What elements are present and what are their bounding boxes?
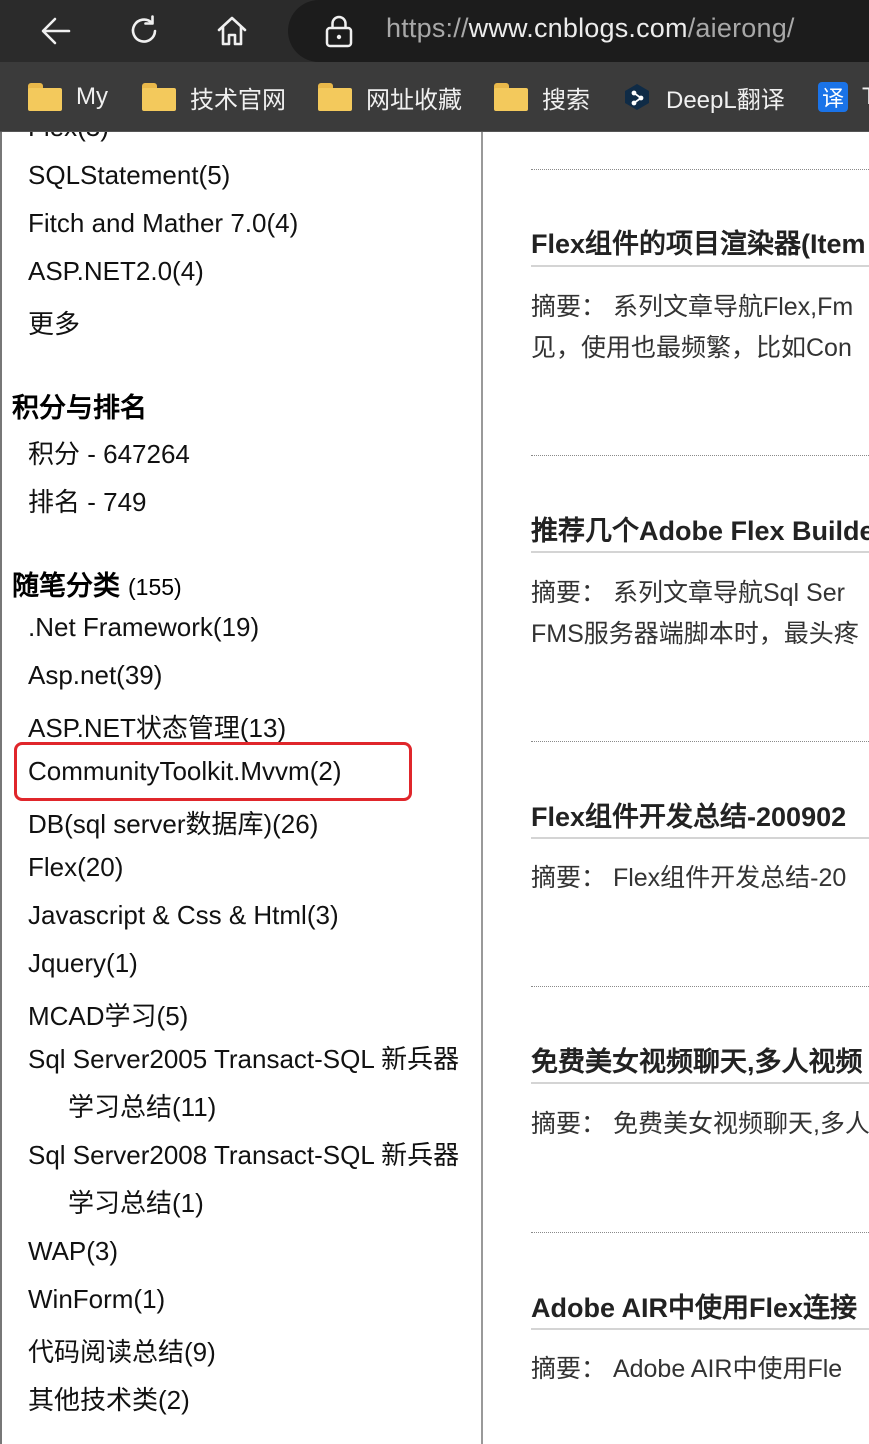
post-summary: 摘要： 免费美女视频聊天,多人: [531, 1104, 869, 1145]
summary-line: FMS服务器端脚本时，最头疼: [531, 620, 859, 648]
post-title-link[interactable]: Flex组件的项目渲染器(Item: [531, 222, 869, 261]
post-title-link[interactable]: 推荐几个Adobe Flex Builde: [531, 509, 869, 548]
folder-icon: [28, 83, 62, 111]
post-title-link[interactable]: Flex组件开发总结-200902: [531, 795, 869, 834]
deepl-icon: [625, 84, 649, 110]
title-underline: [531, 837, 869, 839]
post-list: Flex组件的项目渲染器(Item 摘要： 系列文章导航Flex,Fm 见，使用也…: [485, 132, 869, 1444]
rank-value: 排名 - 749: [28, 487, 147, 517]
post-title-link[interactable]: Adobe AIR中使用Flex连接: [531, 1286, 869, 1325]
post-summary: 摘要： Flex组件开发总结-20: [531, 858, 869, 899]
url-scheme: https://: [386, 13, 469, 43]
category-link[interactable]: WAP(3): [28, 1236, 118, 1267]
post-separator: [531, 986, 869, 987]
category-link[interactable]: Javascript & Css & Html(3): [28, 900, 339, 931]
tag-link[interactable]: SQLStatement(5): [28, 160, 230, 191]
bookmark-label: T: [862, 83, 869, 111]
post-title-link[interactable]: 免费美女视频聊天,多人视频: [531, 1040, 869, 1079]
category-link[interactable]: MCAD学习(5): [28, 996, 188, 1033]
bookmark-label: My: [76, 83, 108, 110]
bookmark-label: 网址收藏: [366, 86, 462, 114]
category-link[interactable]: WinForm(1): [28, 1284, 165, 1315]
bookmark-deepl[interactable]: DeepL翻译: [622, 79, 785, 115]
bookmark-favorites[interactable]: 网址收藏: [318, 79, 462, 115]
web-page: Flex(3) SQLStatement(5) Fitch and Mather…: [0, 132, 869, 1444]
blog-sidebar: Flex(3) SQLStatement(5) Fitch and Mather…: [0, 132, 483, 1444]
category-link[interactable]: 其他技术类(2): [28, 1380, 190, 1417]
category-link[interactable]: Asp.net(39): [28, 660, 162, 691]
title-underline: [531, 265, 869, 267]
bookmark-label: 搜索: [542, 86, 590, 114]
bookmarks-bar: My 技术官网 网址收藏 搜索 DeepL翻译 译 T: [0, 62, 869, 132]
summary-line: 见，使用也最频繁，比如Con: [531, 334, 852, 362]
post-separator: [531, 169, 869, 170]
lock-icon[interactable]: [324, 14, 354, 48]
title-underline: [531, 1082, 869, 1084]
browser-chrome: https://www.cnblogs.com/aierong/ My 技术官网…: [0, 0, 869, 132]
category-link[interactable]: Sql Server2005 Transact-SQL 新兵器学习总结(11): [28, 1035, 468, 1131]
post-summary: 摘要： 系列文章导航Flex,Fm 见，使用也最频繁，比如Con: [531, 287, 869, 369]
category-count: (155): [128, 574, 182, 600]
bookmark-search[interactable]: 搜索: [494, 79, 590, 115]
bookmark-translate[interactable]: 译 T: [818, 79, 869, 115]
summary-line: 摘要： 系列文章导航Flex,Fm: [531, 293, 854, 321]
category-link[interactable]: ASP.NET状态管理(13): [28, 708, 286, 745]
folder-icon: [318, 83, 352, 111]
title-underline: [531, 551, 869, 553]
summary-line: 摘要： Adobe AIR中使用Fle: [531, 1355, 843, 1383]
post-separator: [531, 741, 869, 742]
url-text[interactable]: https://www.cnblogs.com/aierong/: [386, 13, 795, 44]
bookmark-my[interactable]: My: [28, 79, 108, 115]
folder-icon: [142, 83, 176, 111]
category-link[interactable]: Flex(20): [28, 852, 123, 883]
bookmark-label: DeepL翻译: [666, 86, 785, 114]
category-link-communitytoolkit[interactable]: CommunityToolkit.Mvvm(2): [28, 756, 342, 787]
bookmark-label: 技术官网: [190, 86, 286, 114]
title-underline: [531, 1328, 869, 1330]
tag-link[interactable]: ASP.NET2.0(4): [28, 256, 204, 287]
score-rank-heading: 积分与排名: [12, 393, 147, 423]
category-heading-label: 随笔分类: [12, 571, 120, 601]
category-link[interactable]: 代码阅读总结(9): [28, 1332, 216, 1369]
address-bar[interactable]: https://www.cnblogs.com/aierong/: [288, 0, 869, 62]
post-separator: [531, 1232, 869, 1233]
summary-line: 摘要： 系列文章导航Sql Ser: [531, 579, 845, 607]
category-link[interactable]: Jquery(1): [28, 948, 138, 979]
tag-link[interactable]: Fitch and Mather 7.0(4): [28, 208, 298, 239]
category-link[interactable]: DB(sql server数据库)(26): [28, 804, 318, 841]
category-link[interactable]: .Net Framework(19): [28, 612, 259, 643]
home-button[interactable]: [209, 8, 255, 54]
translate-icon: 译: [818, 82, 848, 112]
post-summary: 摘要： Adobe AIR中使用Fle: [531, 1349, 869, 1390]
summary-line: 摘要： 免费美女视频聊天,多人: [531, 1110, 869, 1138]
back-button[interactable]: [33, 8, 79, 54]
url-host: www.cnblogs.com: [468, 13, 688, 43]
url-path: /aierong/: [687, 13, 795, 43]
folder-icon: [494, 83, 528, 111]
back-arrow-icon: [41, 17, 71, 45]
category-link[interactable]: Sql Server2008 Transact-SQL 新兵器学习总结(1): [28, 1131, 468, 1227]
bookmark-tech-sites[interactable]: 技术官网: [142, 79, 286, 115]
post-separator: [531, 455, 869, 456]
browser-toolbar: https://www.cnblogs.com/aierong/: [0, 0, 869, 62]
post-summary: 摘要： 系列文章导航Sql Ser FMS服务器端脚本时，最头疼: [531, 573, 869, 655]
home-icon: [217, 16, 247, 46]
tag-link-partial[interactable]: Flex(3): [28, 132, 109, 143]
score-value: 积分 - 647264: [28, 439, 190, 469]
category-heading: 随笔分类 (155): [12, 564, 182, 603]
refresh-icon: [131, 15, 157, 43]
summary-line: 摘要： Flex组件开发总结-20: [531, 864, 847, 892]
more-tags-link[interactable]: 更多: [28, 304, 80, 341]
refresh-button[interactable]: [121, 8, 167, 54]
